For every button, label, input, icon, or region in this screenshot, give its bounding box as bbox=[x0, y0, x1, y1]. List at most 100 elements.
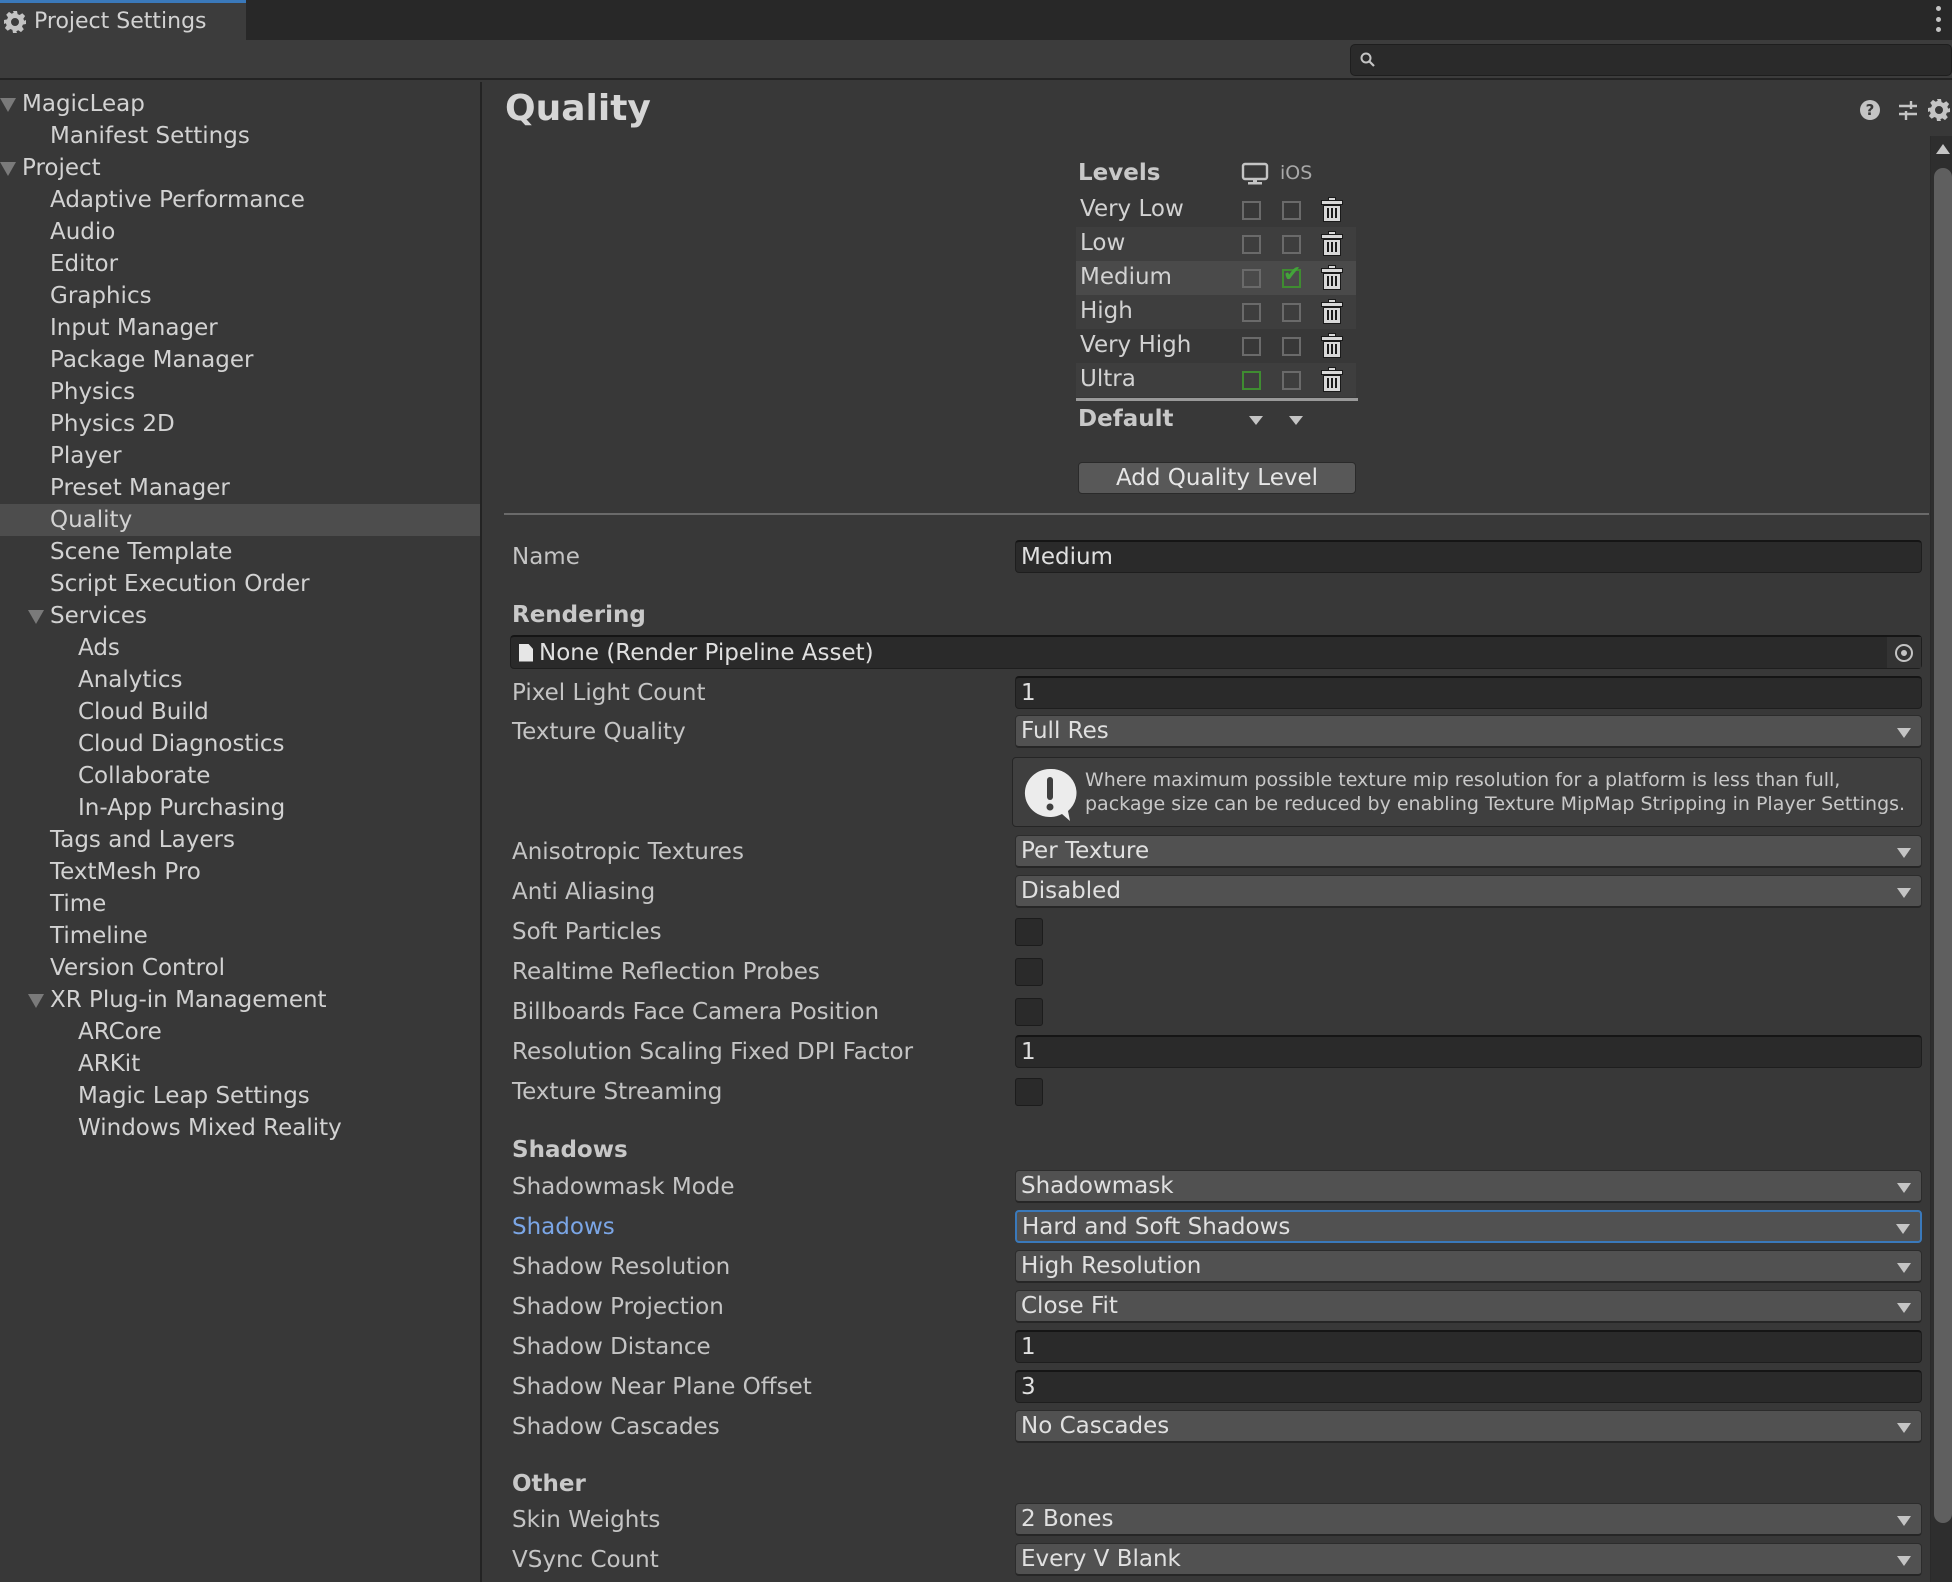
presets-icon[interactable] bbox=[1895, 97, 1921, 123]
sidebar-item-manifest-settings[interactable]: Manifest Settings bbox=[0, 120, 480, 152]
sidebar-item-version-control[interactable]: Version Control bbox=[0, 952, 480, 984]
sidebar-item-windows-mixed-reality[interactable]: Windows Mixed Reality bbox=[0, 1112, 480, 1144]
sidebar-item-services[interactable]: Services bbox=[0, 600, 480, 632]
sidebar-item-graphics[interactable]: Graphics bbox=[0, 280, 480, 312]
sidebar-item-editor[interactable]: Editor bbox=[0, 248, 480, 280]
sidebar-item-cloud-diagnostics[interactable]: Cloud Diagnostics bbox=[0, 728, 480, 760]
expand-arrow-icon[interactable] bbox=[0, 98, 16, 112]
render-pipeline-asset-field[interactable]: None (Render Pipeline Asset) bbox=[510, 635, 1922, 669]
default-ios-dropdown[interactable] bbox=[1289, 416, 1303, 425]
quality-level-row[interactable]: Ultra bbox=[1076, 363, 1356, 397]
standalone-level-checkbox[interactable] bbox=[1242, 371, 1261, 390]
standalone-level-checkbox[interactable] bbox=[1242, 337, 1261, 356]
scroll-up-arrow-icon[interactable] bbox=[1936, 144, 1950, 154]
chevron-down-icon bbox=[1897, 1516, 1911, 1526]
sidebar-item-physics-2d[interactable]: Physics 2D bbox=[0, 408, 480, 440]
texture-streaming-checkbox[interactable] bbox=[1015, 1078, 1043, 1106]
quality-level-row[interactable]: Very Low bbox=[1076, 193, 1356, 227]
shadows-dropdown[interactable]: Hard and Soft Shadows bbox=[1015, 1210, 1922, 1243]
more-options-icon[interactable] bbox=[1932, 6, 1944, 32]
sidebar-item-arcore[interactable]: ARCore bbox=[0, 1016, 480, 1048]
shadowmask-mode-dropdown[interactable]: Shadowmask bbox=[1015, 1170, 1922, 1203]
scrollbar-thumb[interactable] bbox=[1934, 168, 1952, 1523]
sidebar-item-input-manager[interactable]: Input Manager bbox=[0, 312, 480, 344]
sidebar-item-arkit[interactable]: ARKit bbox=[0, 1048, 480, 1080]
soft-particles-checkbox[interactable] bbox=[1015, 918, 1043, 946]
delete-level-trash-icon[interactable] bbox=[1320, 299, 1344, 325]
add-quality-level-button[interactable]: Add Quality Level bbox=[1078, 462, 1356, 494]
shadow-distance-field[interactable]: 1 bbox=[1015, 1330, 1922, 1363]
sidebar-item-adaptive-performance[interactable]: Adaptive Performance bbox=[0, 184, 480, 216]
ios-level-checkbox[interactable]: ✔ bbox=[1282, 264, 1301, 288]
ios-level-checkbox[interactable] bbox=[1282, 201, 1301, 220]
realtime-reflection-probes-checkbox[interactable] bbox=[1015, 958, 1043, 986]
sidebar-item-ads[interactable]: Ads bbox=[0, 632, 480, 664]
sidebar-item-player[interactable]: Player bbox=[0, 440, 480, 472]
vsync-count-dropdown[interactable]: Every V Blank bbox=[1015, 1543, 1922, 1576]
ios-level-checkbox[interactable] bbox=[1282, 235, 1301, 254]
sidebar-item-physics[interactable]: Physics bbox=[0, 376, 480, 408]
ios-level-checkbox[interactable] bbox=[1282, 371, 1301, 390]
sidebar-item-magicleap[interactable]: MagicLeap bbox=[0, 88, 480, 120]
sidebar-item-analytics[interactable]: Analytics bbox=[0, 664, 480, 696]
sidebar-item-quality[interactable]: Quality bbox=[0, 504, 480, 536]
quality-level-row[interactable]: High bbox=[1076, 295, 1356, 329]
shadow-projection-dropdown[interactable]: Close Fit bbox=[1015, 1290, 1922, 1323]
sidebar-item-timeline[interactable]: Timeline bbox=[0, 920, 480, 952]
shadow-cascades-dropdown[interactable]: No Cascades bbox=[1015, 1410, 1922, 1443]
delete-level-trash-icon[interactable] bbox=[1320, 333, 1344, 359]
standalone-level-checkbox[interactable] bbox=[1242, 269, 1261, 288]
sidebar-item-package-manager[interactable]: Package Manager bbox=[0, 344, 480, 376]
sidebar-item-tags-and-layers[interactable]: Tags and Layers bbox=[0, 824, 480, 856]
delete-level-trash-icon[interactable] bbox=[1320, 231, 1344, 257]
sidebar-item-script-execution-order[interactable]: Script Execution Order bbox=[0, 568, 480, 600]
pixel-light-count-field[interactable]: 1 bbox=[1015, 676, 1922, 709]
sidebar-item-xr-plug-in-management[interactable]: XR Plug-in Management bbox=[0, 984, 480, 1016]
expand-arrow-icon[interactable] bbox=[28, 994, 44, 1008]
name-field[interactable]: Medium bbox=[1015, 540, 1922, 573]
sidebar-item-magic-leap-settings[interactable]: Magic Leap Settings bbox=[0, 1080, 480, 1112]
standalone-level-checkbox[interactable] bbox=[1242, 201, 1261, 220]
default-standalone-dropdown[interactable] bbox=[1249, 416, 1263, 425]
standalone-level-checkbox[interactable] bbox=[1242, 235, 1261, 254]
sidebar-item-project[interactable]: Project bbox=[0, 152, 480, 184]
ios-level-checkbox[interactable] bbox=[1282, 337, 1301, 356]
ios-level-checkbox[interactable] bbox=[1282, 303, 1301, 322]
sidebar-item-preset-manager[interactable]: Preset Manager bbox=[0, 472, 480, 504]
search-field[interactable] bbox=[1350, 44, 1952, 76]
vertical-scrollbar[interactable] bbox=[1930, 136, 1952, 1582]
shadow-resolution-dropdown[interactable]: High Resolution bbox=[1015, 1250, 1922, 1283]
sidebar-item-cloud-build[interactable]: Cloud Build bbox=[0, 696, 480, 728]
quality-level-row[interactable]: Medium ✔ bbox=[1076, 261, 1356, 295]
delete-level-trash-icon[interactable] bbox=[1320, 367, 1344, 393]
texture-quality-dropdown[interactable]: Full Res bbox=[1015, 715, 1922, 748]
sidebar-item-in-app-purchasing[interactable]: In-App Purchasing bbox=[0, 792, 480, 824]
quality-level-row[interactable]: Low bbox=[1076, 227, 1356, 261]
sidebar-item-textmesh-pro[interactable]: TextMesh Pro bbox=[0, 856, 480, 888]
standalone-level-checkbox[interactable] bbox=[1242, 303, 1261, 322]
delete-level-trash-icon[interactable] bbox=[1320, 265, 1344, 291]
expand-arrow-icon[interactable] bbox=[0, 162, 16, 176]
skin-weights-dropdown[interactable]: 2 Bones bbox=[1015, 1503, 1922, 1536]
sidebar-item-collaborate[interactable]: Collaborate bbox=[0, 760, 480, 792]
sidebar-item-label: Time bbox=[50, 891, 107, 917]
sidebar-item-time[interactable]: Time bbox=[0, 888, 480, 920]
shadow-near-plane-offset-field[interactable]: 3 bbox=[1015, 1370, 1922, 1403]
expand-arrow-icon[interactable] bbox=[28, 610, 44, 624]
search-input[interactable] bbox=[1385, 47, 1945, 73]
object-picker-icon[interactable] bbox=[1887, 637, 1921, 668]
texture-quality-value: Full Res bbox=[1021, 718, 1109, 744]
quality-level-row[interactable]: Very High bbox=[1076, 329, 1356, 363]
anti-aliasing-dropdown[interactable]: Disabled bbox=[1015, 875, 1922, 908]
delete-level-trash-icon[interactable] bbox=[1320, 197, 1344, 223]
dpi-factor-field[interactable]: 1 bbox=[1015, 1035, 1922, 1068]
tab-project-settings[interactable]: Project Settings bbox=[0, 0, 246, 40]
settings-gear-icon[interactable] bbox=[1926, 97, 1952, 123]
sidebar-item-scene-template[interactable]: Scene Template bbox=[0, 536, 480, 568]
help-icon[interactable]: ? bbox=[1857, 97, 1883, 123]
sidebar-item-audio[interactable]: Audio bbox=[0, 216, 480, 248]
texture-quality-label: Texture Quality bbox=[512, 719, 686, 745]
quality-level-name: Very Low bbox=[1080, 196, 1184, 222]
billboards-face-camera-checkbox[interactable] bbox=[1015, 998, 1043, 1026]
anisotropic-textures-dropdown[interactable]: Per Texture bbox=[1015, 835, 1922, 868]
